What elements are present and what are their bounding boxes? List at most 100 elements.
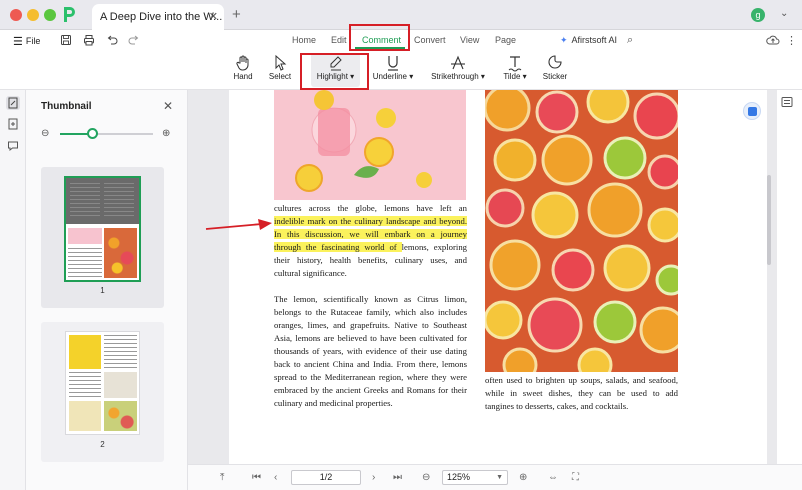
highlighted-text-line-3[interactable]: through the fascinating world of lemons,…	[274, 241, 467, 254]
cursor-icon	[275, 54, 287, 71]
tilde-icon	[508, 56, 522, 72]
zoom-window-button[interactable]	[44, 9, 56, 21]
paragraph-1-line-6: cultural significance.	[274, 268, 347, 278]
chevron-down-icon[interactable]: ⌄	[780, 8, 788, 19]
tilde-tool-label: Tilde	[503, 72, 521, 81]
zoom-level-value: 125%	[447, 472, 471, 482]
tilde-dropdown-caret-icon[interactable]: ▾	[520, 72, 527, 81]
highlighted-text-line-2[interactable]: In this discussion, we will embark on a …	[274, 228, 467, 241]
paragraph-2-line: thousands of years, with evidence of the…	[274, 346, 467, 356]
sticker-icon	[548, 55, 562, 69]
translate-icon[interactable]	[743, 102, 761, 120]
paragraph-2-line: spread to the Mediterranean region, wher…	[274, 372, 467, 382]
select-tool-label: Select	[268, 72, 292, 81]
close-window-button[interactable]	[10, 9, 22, 21]
thumbnail-panel-title: Thumbnail	[41, 101, 92, 112]
underline-tool-label: Underline	[372, 72, 407, 81]
page-thumbnail-2[interactable]: 2	[41, 322, 164, 462]
comment-toolbar: Hand Select Highlight ▾ Underline ▾ Stri…	[0, 52, 802, 90]
new-tab-button[interactable]: +	[232, 6, 241, 23]
hand-tool[interactable]: Hand	[228, 54, 258, 81]
tab-edit[interactable]: Edit	[331, 35, 347, 45]
citrus-slices-image	[485, 90, 678, 372]
zoom-in-icon[interactable]: ⊕	[162, 128, 170, 139]
paragraph-2-line: belongs to the Rutaceae family, which al…	[274, 307, 467, 317]
sparkle-icon: ✦	[560, 35, 568, 45]
underline-tool[interactable]: Underline ▾	[370, 54, 416, 81]
page-thumbnail-2-image	[65, 331, 140, 435]
paragraph-1-line-5: their history, health benefits, culinary…	[274, 255, 467, 265]
file-menu-label: File	[25, 36, 41, 46]
paragraph-2-line: culinary and medicinal properties.	[274, 398, 393, 408]
paragraph-2-line: oranges, limes, and grapefruits. Native …	[274, 320, 467, 330]
comments-panel-icon[interactable]	[7, 140, 19, 152]
minimize-window-button[interactable]	[27, 9, 39, 21]
tilde-tool[interactable]: Tilde ▾	[500, 54, 530, 81]
thumbnail-zoom-slider[interactable]	[60, 128, 153, 139]
previous-page-icon[interactable]: ‹	[274, 472, 277, 483]
lemonade-image	[274, 90, 466, 200]
search-icon[interactable]: ⌕	[627, 34, 633, 47]
hand-tool-label: Hand	[233, 72, 253, 81]
undo-icon[interactable]	[106, 34, 118, 46]
more-options-icon[interactable]: ⋮	[786, 34, 797, 47]
highlight-mark: In this discussion, we will embark on a …	[274, 229, 467, 239]
select-tool[interactable]: Select	[266, 54, 294, 81]
sticker-tool[interactable]: Sticker	[541, 54, 569, 81]
page-thumbnail-1-image	[64, 176, 141, 282]
fit-width-icon[interactable]: ⇔	[548, 472, 558, 483]
document-tab[interactable]: A Deep Dive into the W... * ✕	[92, 4, 224, 30]
properties-panel-icon[interactable]	[781, 96, 793, 108]
page-number-input[interactable]: 1/2	[291, 470, 361, 485]
thumbnail-panel-icon[interactable]	[6, 96, 20, 110]
bookmark-panel-icon[interactable]	[7, 118, 19, 130]
strikethrough-tool-label: Strikethrough	[431, 72, 479, 81]
print-icon[interactable]	[83, 34, 95, 46]
tab-close-icon[interactable]: ✕	[209, 4, 218, 30]
cloud-upload-icon[interactable]	[766, 34, 780, 46]
tab-convert[interactable]: Convert	[414, 35, 446, 45]
close-icon[interactable]: ✕	[163, 99, 173, 113]
next-page-icon[interactable]: ›	[372, 472, 375, 483]
column-2-line: while in sweet dishes, they can be used …	[485, 388, 678, 398]
zoom-out-icon[interactable]: ⊖	[41, 128, 49, 139]
bottom-navigation-bar: ⤒ ⏮ ‹ 1/2 › ⏭ ⊖ 125% ▼ ⊕ ⇔ ⛶	[188, 464, 802, 490]
document-viewport[interactable]: cultures across the globe, lemons have l…	[188, 90, 777, 464]
pdf-page: cultures across the globe, lemons have l…	[229, 90, 767, 464]
page-thumbnail-1[interactable]: 1	[41, 167, 164, 308]
tab-page[interactable]: Page	[495, 35, 516, 45]
strikethrough-tool[interactable]: Strikethrough ▾	[429, 54, 487, 81]
scroll-to-top-icon[interactable]: ⤒	[220, 472, 224, 483]
thumbnail-panel: Thumbnail ✕ ⊖ ⊕ 1 2	[26, 90, 188, 490]
document-tab-title: A Deep Dive into the W...	[100, 11, 223, 23]
user-avatar[interactable]: g	[751, 8, 765, 22]
column-2-line: often used to brighten up soups, salads,…	[485, 375, 678, 385]
highlighted-text-line-1[interactable]: indelible mark on the culinary landscape…	[274, 215, 467, 228]
save-icon[interactable]	[60, 34, 72, 46]
page-thumbnail-1-label: 1	[100, 286, 105, 295]
zoom-in-icon[interactable]: ⊕	[519, 472, 527, 483]
chevron-down-icon: ▼	[496, 474, 503, 481]
fit-page-icon[interactable]: ⛶	[572, 472, 579, 483]
redo-icon[interactable]	[128, 34, 140, 46]
thumbnail-zoom-slider-handle[interactable]	[86, 128, 98, 139]
hand-icon	[236, 55, 249, 71]
paragraph-2-line: back to ancient China and India. From th…	[274, 359, 467, 369]
first-page-icon[interactable]: ⏮	[252, 472, 261, 483]
paragraph-1-line-1: cultures across the globe, lemons have l…	[274, 203, 467, 213]
highlight-tool-callout-box	[300, 53, 369, 90]
vertical-scrollbar[interactable]	[767, 175, 771, 265]
file-menu[interactable]: ☰ File	[13, 35, 40, 48]
zoom-out-icon[interactable]: ⊖	[422, 472, 430, 483]
highlight-mark: indelible mark on the culinary landscape…	[274, 216, 467, 226]
tab-view[interactable]: View	[460, 35, 479, 45]
ai-assistant-button[interactable]: ✦ Afirstsoft AI	[560, 35, 617, 46]
strikethrough-dropdown-caret-icon[interactable]: ▾	[479, 72, 485, 81]
strikethrough-icon	[451, 55, 465, 70]
zoom-level-select[interactable]: 125% ▼	[442, 470, 508, 485]
underline-dropdown-caret-icon[interactable]: ▾	[407, 72, 413, 81]
tab-home[interactable]: Home	[292, 35, 316, 45]
last-page-icon[interactable]: ⏭	[393, 472, 402, 483]
paragraph-2-line: embraced by the ancient Greeks and Roman…	[274, 385, 467, 395]
red-arrow-annotation	[205, 219, 272, 230]
